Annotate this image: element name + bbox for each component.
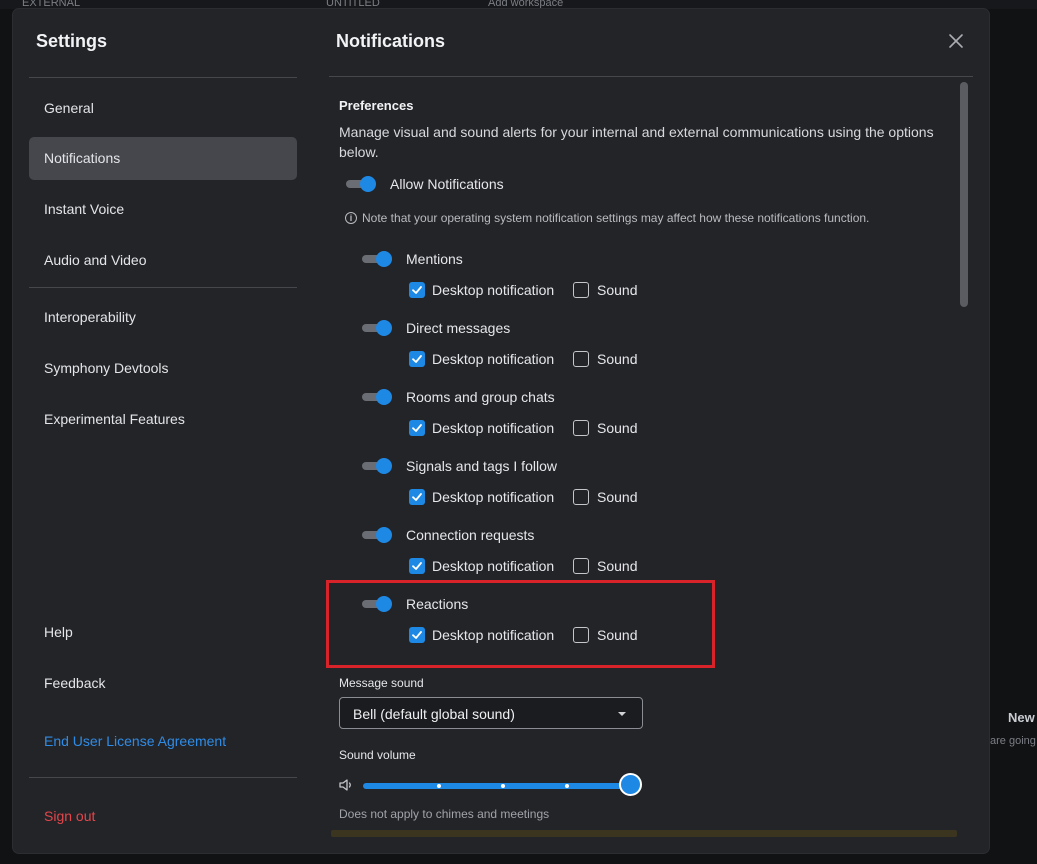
slider-tick [565, 784, 569, 788]
slider-tick [437, 784, 441, 788]
direct-messages-label: Direct messages [406, 320, 511, 336]
info-icon: i [345, 212, 357, 224]
background-tab-untitled: UNTITLED [326, 0, 380, 9]
direct-messages-desktop-label: Desktop notification [432, 351, 555, 367]
signals-and-tags-i-follow-label: Signals and tags I follow [406, 458, 557, 474]
allow-notifications-label: Allow Notifications [390, 176, 504, 192]
sidebar-item-devtools[interactable]: Symphony Devtools [29, 347, 297, 390]
sidebar-item-general[interactable]: General [29, 87, 297, 130]
sidebar-item-interoperability[interactable]: Interoperability [29, 296, 297, 339]
reactions-sound-checkbox[interactable] [573, 627, 589, 643]
signals-and-tags-i-follow-toggle[interactable] [362, 458, 392, 474]
signals-and-tags-i-follow-sound-checkbox[interactable] [573, 489, 589, 505]
background-tab-external: EXTERNAL [22, 0, 81, 9]
sound-volume-label: Sound volume [339, 748, 416, 762]
mentions-sound-checkbox[interactable] [573, 282, 589, 298]
page-title: Notifications [336, 31, 446, 51]
volume-slider-track[interactable] [363, 783, 631, 789]
content-scrollbar[interactable] [960, 82, 968, 307]
preferences-description: Manage visual and sound alerts for your … [339, 124, 934, 160]
slider-tick [501, 784, 505, 788]
message-sound-select[interactable]: Bell (default global sound) [339, 697, 643, 729]
signals-and-tags-i-follow-desktop-checkbox[interactable] [409, 489, 425, 505]
os-note: i Note that your operating system notifi… [345, 211, 869, 225]
mentions-desktop-label: Desktop notification [432, 282, 555, 298]
background-add-workspace: Add workspace [488, 0, 564, 9]
reactions-desktop-label: Desktop notification [432, 627, 555, 643]
direct-messages-toggle[interactable] [362, 320, 392, 336]
rooms-and-group-chats-label: Rooms and group chats [406, 389, 555, 405]
chevron-down-icon [618, 712, 626, 716]
settings-title: Settings [36, 31, 108, 51]
signals-and-tags-i-follow-sound-label: Sound [597, 489, 638, 505]
sidebar-item-instant-voice[interactable]: Instant Voice [29, 188, 297, 231]
mentions-desktop-checkbox[interactable] [409, 282, 425, 298]
reactions-label: Reactions [406, 596, 469, 612]
message-sound-label: Message sound [339, 676, 424, 690]
title-divider [329, 76, 973, 77]
sign-out-button[interactable]: Sign out [44, 808, 95, 824]
preferences-heading: Preferences [339, 98, 414, 113]
sidebar-divider [29, 777, 297, 778]
direct-messages-sound-label: Sound [597, 351, 638, 367]
connection-requests-label: Connection requests [406, 527, 535, 543]
sidebar-item-notifications[interactable]: Notifications [29, 137, 297, 180]
sidebar-item-audio-video[interactable]: Audio and Video [29, 239, 297, 282]
allow-notifications-toggle[interactable] [346, 176, 376, 192]
settings-sidebar: Settings General Notifications Instant V… [13, 9, 313, 853]
close-icon[interactable] [946, 31, 966, 51]
direct-messages-sound-checkbox[interactable] [573, 351, 589, 367]
bottom-banner-edge [331, 830, 957, 837]
rooms-and-group-chats-desktop-checkbox[interactable] [409, 420, 425, 436]
volume-slider-thumb[interactable] [619, 773, 642, 796]
connection-requests-sound-label: Sound [597, 558, 638, 574]
os-note-text: Note that your operating system notifica… [362, 211, 870, 225]
rooms-and-group-chats-toggle[interactable] [362, 389, 392, 405]
reactions-sound-label: Sound [597, 627, 638, 643]
rooms-and-group-chats-desktop-label: Desktop notification [432, 420, 555, 436]
speaker-icon [338, 777, 354, 798]
sidebar-item-feedback[interactable]: Feedback [29, 662, 297, 705]
reactions-toggle[interactable] [362, 596, 392, 612]
direct-messages-desktop-checkbox[interactable] [409, 351, 425, 367]
mentions-toggle[interactable] [362, 251, 392, 267]
sidebar-item-experimental[interactable]: Experimental Features [29, 398, 297, 441]
rooms-and-group-chats-sound-checkbox[interactable] [573, 420, 589, 436]
reactions-desktop-checkbox[interactable] [409, 627, 425, 643]
connection-requests-toggle[interactable] [362, 527, 392, 543]
connection-requests-desktop-label: Desktop notification [432, 558, 555, 574]
mentions-label: Mentions [406, 251, 463, 267]
background-new-label: New [1008, 710, 1035, 725]
sidebar-divider [29, 287, 297, 288]
sidebar-item-help[interactable]: Help [29, 611, 297, 654]
background-snippet: are going [990, 735, 1036, 747]
volume-hint: Does not apply to chimes and meetings [339, 807, 550, 821]
eula-link[interactable]: End User License Agreement [44, 733, 226, 749]
message-sound-value: Bell (default global sound) [353, 706, 515, 722]
connection-requests-sound-checkbox[interactable] [573, 558, 589, 574]
sidebar-divider [29, 77, 297, 78]
signals-and-tags-i-follow-desktop-label: Desktop notification [432, 489, 555, 505]
connection-requests-desktop-checkbox[interactable] [409, 558, 425, 574]
mentions-sound-label: Sound [597, 282, 638, 298]
rooms-and-group-chats-sound-label: Sound [597, 420, 638, 436]
